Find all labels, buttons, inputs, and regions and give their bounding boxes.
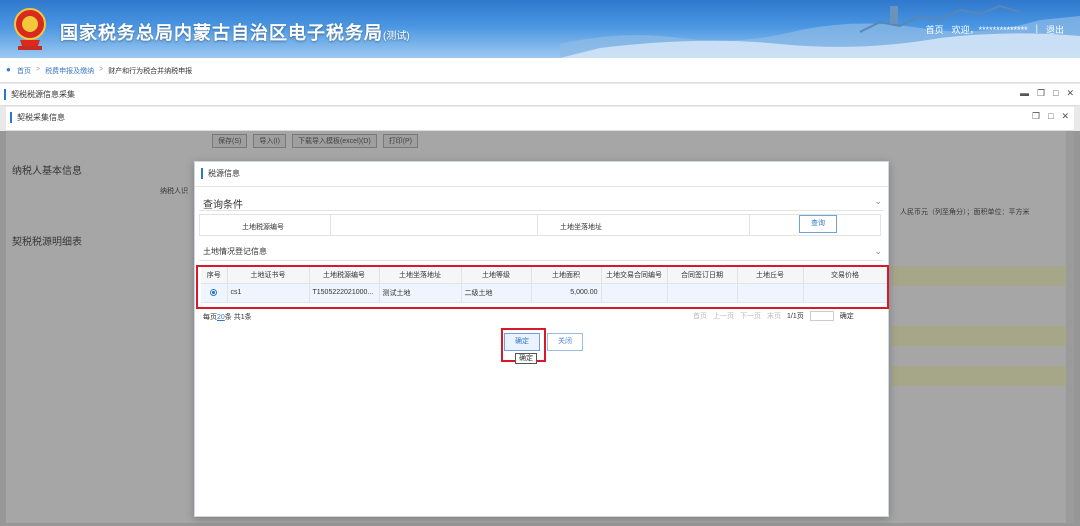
page-size-select[interactable]: 20 (217, 314, 225, 321)
address-input[interactable] (610, 215, 750, 235)
breadcrumb-sep: > (99, 66, 104, 73)
site-header: 国家税务总局内蒙古自治区电子税务局(测试) 首页 欢迎，************… (0, 0, 1080, 58)
maximize-icon[interactable]: □ (1053, 88, 1058, 99)
breadcrumb-level1[interactable]: 税费申报及缴纳 (45, 66, 94, 75)
query-section-title: 查询条件 (203, 200, 243, 211)
maximize-icon[interactable]: □ (1048, 111, 1053, 122)
close-icon[interactable]: ✕ (1067, 88, 1075, 99)
nav-separator: | (1035, 23, 1038, 33)
land-section-title: 土地情况登记信息 (203, 247, 267, 256)
breadcrumb: ● 首页 > 税费申报及缴纳 > 财产和行为税合并纳税申报 (0, 58, 1080, 83)
address-label: 土地坐落地址 (560, 224, 602, 231)
site-title-tag: (测试) (383, 31, 410, 42)
divider (199, 260, 883, 261)
last-page-link[interactable]: 末页 (767, 311, 781, 321)
breadcrumb-sep: > (36, 66, 41, 73)
pager-controls: 首页 上一页 下一页 末页 1/1页 确定 (693, 311, 854, 321)
chevron-down-icon[interactable]: ⌄ (874, 246, 882, 257)
page-jump-input[interactable] (809, 311, 834, 321)
restore-icon[interactable]: ❐ (1037, 88, 1045, 99)
pager-summary: 每页20条 共1条 (203, 312, 252, 322)
prev-page-link[interactable]: 上一页 (713, 311, 734, 321)
chevron-down-icon[interactable]: ⌄ (874, 196, 882, 207)
home-link[interactable]: 首页 (926, 23, 944, 36)
inner-panel-title: 契税采集信息 (10, 112, 65, 123)
inner-panel-header: 契税采集信息 ❐ □ ✕ (6, 107, 1074, 131)
site-title: 国家税务总局内蒙古自治区电子税务局(测试) (60, 23, 410, 43)
query-button[interactable]: 查询 (799, 215, 837, 233)
pager-suffix: 条 共1条 (224, 314, 252, 321)
page-info: 1/1页 (787, 313, 804, 320)
divider (199, 210, 883, 211)
inner-window-controls: ❐ □ ✕ (1032, 111, 1069, 122)
header-nav: 首页 欢迎，************** | 退出 (926, 23, 1064, 36)
close-button[interactable]: 关闭 (547, 333, 583, 351)
source-no-input[interactable] (330, 215, 538, 235)
source-no-label: 土地税源编号 (242, 224, 284, 231)
dialog-title: 税源信息 (201, 168, 240, 179)
logout-link[interactable]: 退出 (1046, 23, 1064, 36)
tax-emblem-icon (14, 8, 46, 50)
location-pin-icon: ● (6, 65, 11, 74)
close-icon[interactable]: ✕ (1062, 111, 1070, 122)
pager-prefix: 每页 (203, 314, 217, 321)
restore-icon[interactable]: ❐ (1032, 111, 1040, 122)
welcome-text: 欢迎，************** (951, 25, 1028, 35)
minimize-icon[interactable]: ▬ (1020, 88, 1029, 99)
query-form: 土地税源编号 土地坐落地址 (199, 214, 881, 236)
outer-window-controls: ▬ ❐ □ ✕ (1020, 88, 1074, 99)
next-page-link[interactable]: 下一页 (740, 311, 761, 321)
breadcrumb-home[interactable]: 首页 (17, 66, 31, 75)
confirm-tooltip: 确定 (515, 353, 537, 364)
table-highlight-box (196, 265, 889, 309)
tax-source-dialog: 税源信息 查询条件 ⌄ 土地税源编号 土地坐落地址 查询 土地情况登记信息 ⌄ … (194, 161, 889, 517)
first-page-link[interactable]: 首页 (693, 311, 707, 321)
outer-panel-title: 契税税源信息采集 (4, 89, 75, 100)
breadcrumb-current: 财产和行为税合并纳税申报 (108, 68, 193, 75)
divider (195, 186, 888, 187)
outer-panel-header: 契税税源信息采集 ▬ ❐ □ ✕ (0, 84, 1080, 106)
page-jump-button[interactable]: 确定 (840, 311, 854, 321)
